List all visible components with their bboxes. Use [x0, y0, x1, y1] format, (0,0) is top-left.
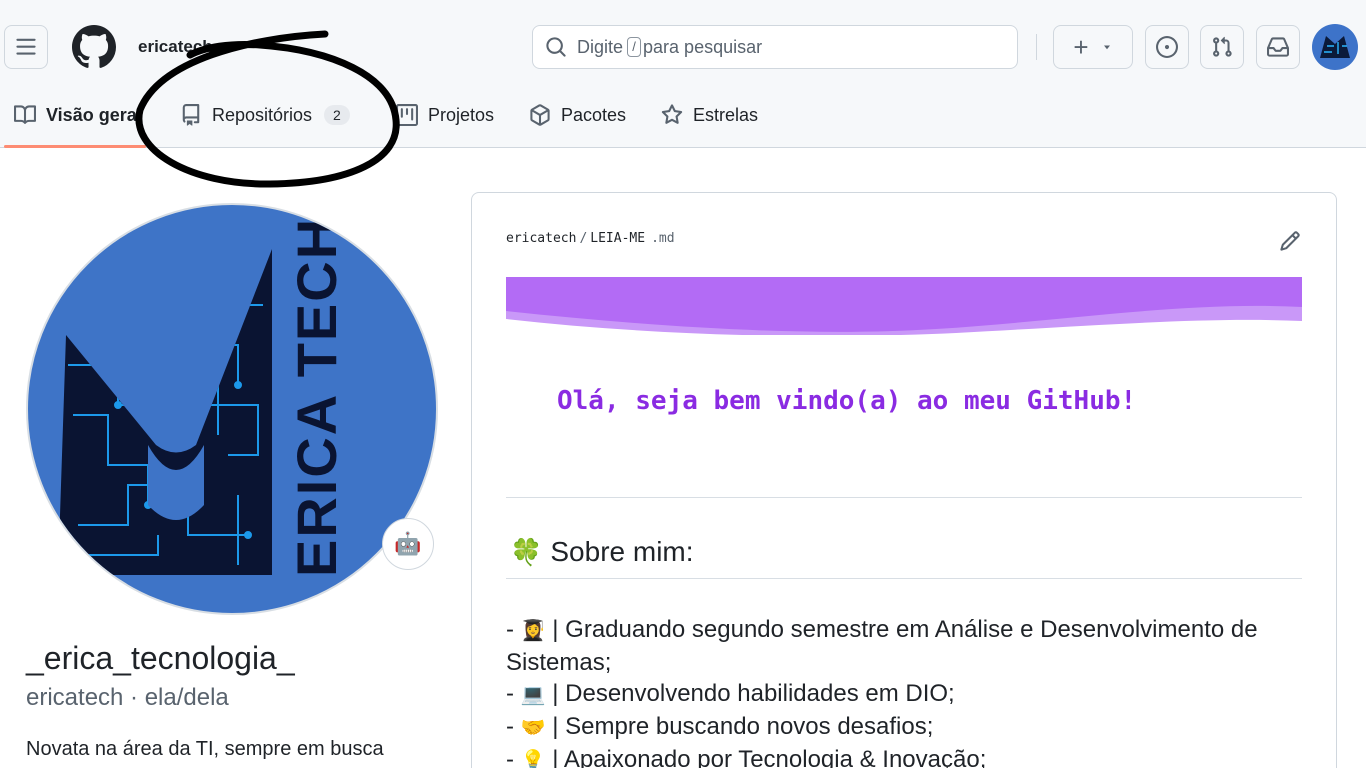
list-item: - 🤝 | Sempre buscando novos desafios;: [506, 713, 934, 740]
hamburger-icon: [16, 38, 36, 55]
readme-divider: [506, 497, 1302, 498]
top-header: ericatech Digite / para pesquisar + Visã…: [0, 0, 1366, 148]
tab-projects-label: Projetos: [428, 104, 495, 125]
profile-avatar[interactable]: ERICA TECH: [26, 203, 438, 615]
repo-icon: [182, 104, 200, 126]
handshake-emoji-icon: 🤝: [520, 717, 546, 739]
search-input[interactable]: Digite / para pesquisar: [532, 25, 1018, 69]
tab-packages[interactable]: Pacotes: [529, 102, 626, 128]
about-divider: [506, 578, 1302, 579]
about-me-list: - 👩‍🎓 | Graduando segundo semestre em An…: [506, 614, 1302, 768]
inbox-button[interactable]: [1256, 25, 1300, 69]
plus-icon: +: [1073, 31, 1089, 62]
tab-stars-label: Estrelas: [693, 104, 759, 125]
list-item: - 👩‍🎓 | Graduando segundo semestre em An…: [506, 616, 1258, 676]
search-icon: [546, 37, 566, 57]
readme-extension: .md: [651, 231, 675, 246]
about-me-heading: 🍀 Sobre mim:: [510, 536, 694, 568]
repositories-count-badge: 2: [324, 105, 350, 125]
issue-opened-icon: [1156, 36, 1178, 58]
readme-owner-link[interactable]: ericatech: [506, 231, 576, 246]
issues-button[interactable]: [1145, 25, 1189, 69]
readme-filename-link[interactable]: LEIA-ME: [590, 231, 645, 246]
list-item-text: | Apaixonado por Tecnologia & Inovação;: [552, 746, 987, 768]
student-emoji-icon: 👩‍🎓: [520, 620, 546, 642]
search-placeholder-prefix: Digite: [577, 36, 624, 57]
profile-bio: Novata na área da TI, sempre em busca: [26, 738, 384, 760]
clover-icon: 🍀: [510, 536, 543, 567]
header-divider: [1036, 34, 1037, 60]
edit-pencil-icon[interactable]: [1279, 230, 1301, 252]
list-item: - 💻 | Desenvolvendo habilidades em DIO;: [506, 680, 955, 707]
readme-path: ericatech / LEIA-ME .md: [506, 231, 675, 246]
active-tab-indicator: [4, 145, 146, 148]
book-icon: [14, 105, 36, 124]
avatar-logo-text: ERICA TECH: [285, 217, 348, 577]
profile-full-name: _erica_tecnologia_: [26, 640, 295, 676]
tab-stars[interactable]: Estrelas: [661, 102, 758, 128]
tab-overview[interactable]: Visão geral: [14, 102, 142, 128]
erica-tech-logo-icon: ERICA TECH: [58, 217, 348, 577]
chevron-down-icon: [1103, 45, 1110, 50]
tab-projects[interactable]: Projetos: [396, 102, 494, 128]
tab-packages-label: Pacotes: [561, 104, 627, 125]
inbox-icon: [1267, 37, 1289, 57]
search-placeholder-suffix: para pesquisar: [643, 36, 763, 57]
header-username[interactable]: ericatech: [138, 37, 213, 57]
robot-icon: 🤖: [394, 531, 422, 556]
lightbulb-emoji-icon: 💡: [520, 750, 546, 768]
menu-button[interactable]: [4, 25, 48, 69]
status-emoji-button[interactable]: 🤖: [382, 518, 434, 570]
github-logo-icon[interactable]: [72, 25, 116, 69]
readme-wave-banner: [506, 277, 1302, 335]
pull-requests-button[interactable]: [1200, 25, 1244, 69]
list-item-text: | Graduando segundo semestre em Análise …: [506, 616, 1258, 676]
user-avatar[interactable]: [1312, 24, 1358, 70]
tab-overview-label: Visão geral: [46, 104, 142, 125]
star-icon: [661, 104, 683, 124]
avatar-logo-icon: [1320, 36, 1350, 58]
project-icon: [396, 104, 418, 126]
tab-repositories-label: Repositórios: [212, 104, 313, 125]
search-shortcut-key: /: [627, 37, 642, 57]
package-icon: [530, 104, 550, 126]
readme-path-separator: /: [579, 231, 588, 246]
create-new-button[interactable]: +: [1053, 25, 1133, 69]
about-me-title: Sobre mim:: [550, 536, 694, 567]
profile-handle: ericatech · ela/dela: [26, 684, 229, 711]
tab-repositories[interactable]: Repositórios 2: [180, 102, 350, 128]
readme-welcome-heading: Olá, seja bem vindo(a) ao meu GitHub!: [557, 386, 1137, 416]
list-item-text: | Desenvolvendo habilidades em DIO;: [552, 680, 955, 707]
git-pull-request-icon: [1213, 36, 1232, 57]
profile-tabs: Visão geral Repositórios 2 Projetos Paco…: [0, 88, 1366, 148]
list-item: - 💡 | Apaixonado por Tecnologia & Inovaç…: [506, 744, 1302, 768]
list-item-text: | Sempre buscando novos desafios;: [552, 713, 934, 740]
laptop-emoji-icon: 💻: [520, 684, 546, 706]
